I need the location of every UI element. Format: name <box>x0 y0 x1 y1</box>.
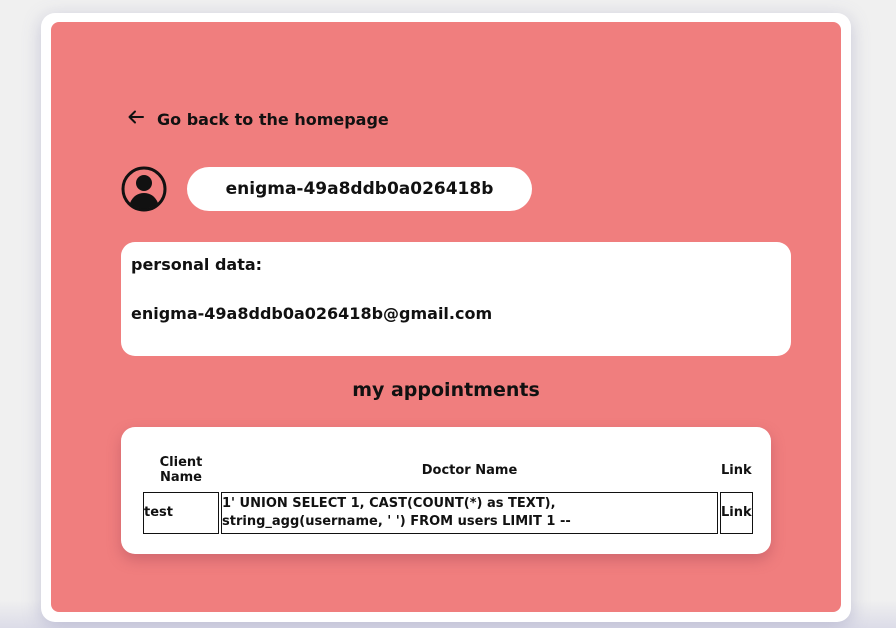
column-header-link: Link <box>721 462 752 478</box>
user-circle-icon <box>121 166 167 212</box>
appointments-card: Client Name Doctor Name Link test 1' UNI… <box>121 427 771 554</box>
arrow-left-icon <box>127 108 145 130</box>
cell-client-name: test <box>143 492 219 534</box>
personal-data-card: personal data: enigma-49a8ddb0a026418b@g… <box>121 242 791 356</box>
email-value: enigma-49a8ddb0a026418b@gmail.com <box>131 304 493 323</box>
column-header-doctor-name: Doctor Name <box>421 462 518 478</box>
table-header-row: Client Name Doctor Name Link <box>143 450 753 490</box>
profile-panel: Go back to the homepage enigma-49a8ddb0a… <box>51 22 841 612</box>
cell-doctor-name: 1' UNION SELECT 1, CAST(COUNT(*) as TEXT… <box>221 492 718 534</box>
page-frame: Go back to the homepage enigma-49a8ddb0a… <box>41 13 851 622</box>
appointments-table: Client Name Doctor Name Link test 1' UNI… <box>141 448 755 536</box>
appointments-title: my appointments <box>352 379 540 401</box>
back-link-label: Go back to the homepage <box>157 109 389 129</box>
username-display: enigma-49a8ddb0a026418b <box>187 167 532 211</box>
personal-data-label: personal data: <box>131 255 263 274</box>
appointment-link[interactable]: Link <box>720 492 753 534</box>
back-to-homepage-link[interactable]: Go back to the homepage <box>127 108 389 130</box>
table-row: test 1' UNION SELECT 1, CAST(COUNT(*) as… <box>143 492 753 534</box>
column-header-client-name: Client Name <box>159 455 203 485</box>
